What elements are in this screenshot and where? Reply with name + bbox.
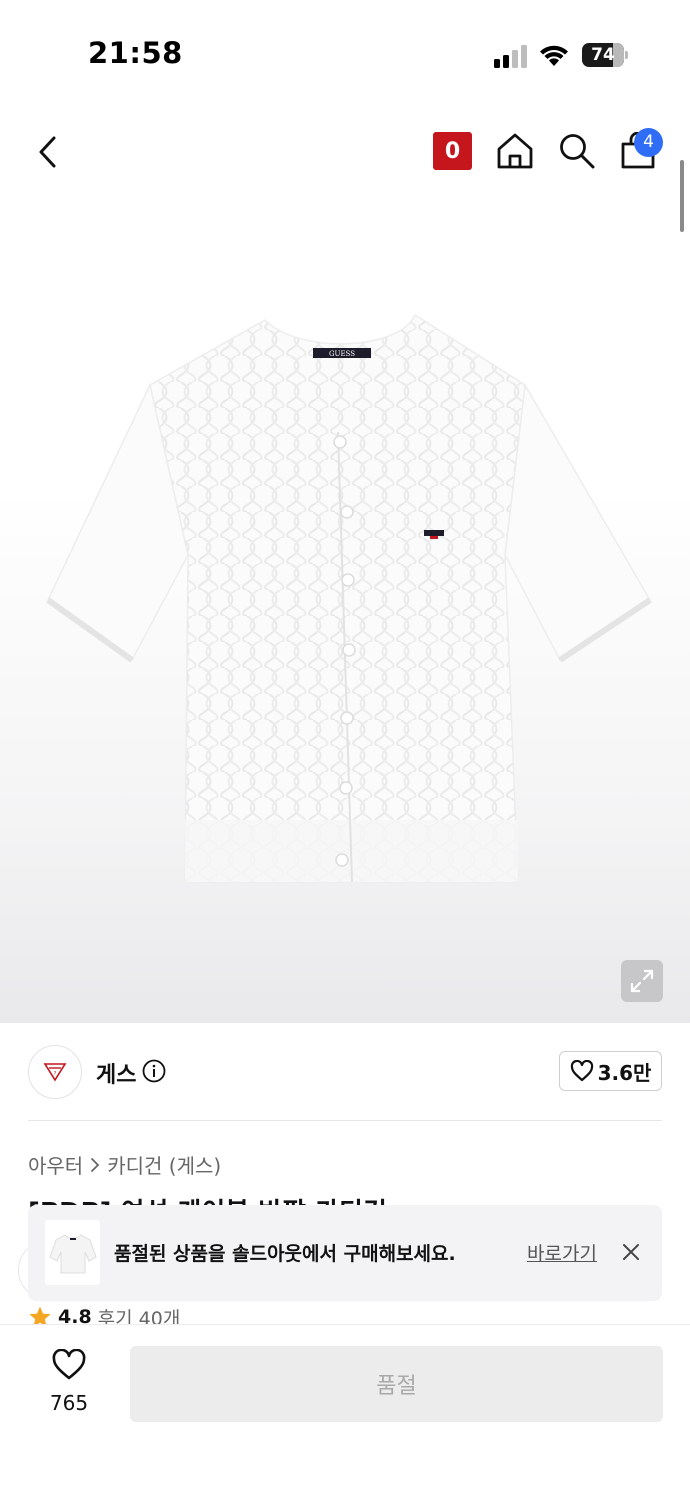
soldout-button[interactable]: 품절 xyxy=(130,1346,663,1422)
guess-triangle-logo: ? xyxy=(43,1063,67,1082)
divider xyxy=(28,1120,662,1121)
brand-like-button[interactable]: 3.6만 xyxy=(559,1051,662,1091)
heart-icon xyxy=(570,1060,593,1082)
expand-icon xyxy=(630,969,654,993)
cart-count-badge: 4 xyxy=(634,128,663,157)
brand-row: ? 게스 3.6만 xyxy=(28,1045,662,1101)
status-time: 21:58 xyxy=(88,36,183,70)
search-icon xyxy=(560,134,595,169)
battery-level: 74 xyxy=(591,45,615,65)
garment-label: GUESS xyxy=(329,350,355,358)
o-account-badge[interactable]: 0 xyxy=(433,132,472,170)
top-navigation: 0 xyxy=(0,100,690,200)
bottom-action-bar: 765 품절 xyxy=(0,1324,690,1500)
brand-name[interactable]: 게스 xyxy=(96,1057,136,1089)
scrollbar-thumb[interactable] xyxy=(680,160,684,232)
expand-image-button[interactable] xyxy=(621,960,663,1002)
product-image-gallery[interactable]: GUESS xyxy=(0,200,690,1023)
chevron-left-icon xyxy=(39,136,56,168)
brand-logo[interactable]: ? xyxy=(28,1045,82,1099)
close-icon[interactable] xyxy=(618,1239,644,1265)
banner-product-thumbnail xyxy=(45,1220,100,1285)
brand-like-count: 3.6만 xyxy=(597,1060,652,1085)
breadcrumb: 아우터 카디건 (게스) xyxy=(28,1150,221,1179)
breadcrumb-category[interactable]: 아우터 xyxy=(28,1150,83,1179)
heart-icon xyxy=(52,1349,86,1380)
wifi-icon xyxy=(540,45,568,66)
battery-icon: 74 xyxy=(582,43,628,67)
soldout-banner: 품절된 상품을 솔드아웃에서 구매해보세요. 바로가기 xyxy=(28,1205,662,1301)
info-icon[interactable] xyxy=(142,1059,166,1083)
wishlist-count: 765 xyxy=(49,1391,89,1415)
status-bar: 21:58 74 xyxy=(0,0,690,100)
product-image: GUESS xyxy=(46,313,652,883)
signal-icon xyxy=(494,44,530,68)
banner-shortcut-link[interactable]: 바로가기 xyxy=(527,1239,597,1266)
back-button[interactable] xyxy=(26,130,70,174)
banner-message: 품절된 상품을 솔드아웃에서 구매해보세요. xyxy=(114,1243,456,1265)
home-button[interactable] xyxy=(494,130,536,172)
chevron-right-icon xyxy=(91,1157,100,1172)
wishlist-button[interactable]: 765 xyxy=(38,1349,100,1425)
breadcrumb-subcategory[interactable]: 카디건 (게스) xyxy=(107,1150,221,1179)
home-icon xyxy=(497,133,533,169)
svg-text:?: ? xyxy=(54,1071,57,1077)
search-button[interactable] xyxy=(556,130,598,172)
